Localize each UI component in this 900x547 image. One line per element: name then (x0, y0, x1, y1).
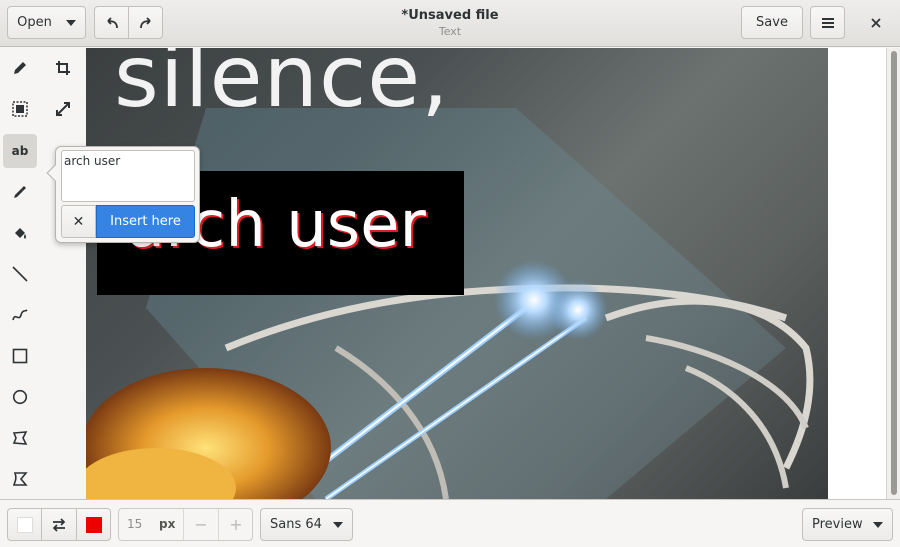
save-label: Save (756, 15, 788, 30)
close-icon (871, 17, 881, 28)
tool-text[interactable]: ab (3, 134, 37, 168)
tools-sidebar: ab (0, 48, 86, 499)
insert-here-button[interactable]: Insert here (96, 205, 195, 238)
text-entry-field[interactable] (61, 150, 195, 202)
options-bar: 15 px − + Sans 64 Preview (0, 499, 900, 547)
redo-button[interactable] (128, 6, 163, 39)
tool-paint-bucket[interactable] (3, 216, 37, 250)
curve-icon (12, 309, 28, 321)
line-icon (12, 266, 28, 282)
hamburger-menu-icon (821, 17, 834, 28)
close-icon: ✕ (72, 213, 85, 230)
tool-circle[interactable] (3, 380, 37, 414)
size-spinbutton: 15 px − + (118, 508, 253, 541)
open-label: Open (17, 15, 52, 30)
image-caption-silence: silence, (114, 48, 450, 127)
circle-icon (12, 389, 28, 405)
redo-icon (139, 16, 151, 28)
main-color-swatch (16, 516, 33, 533)
font-label: Sans 64 (270, 517, 322, 532)
crop-icon (56, 61, 70, 75)
header-bar: Open *Unsaved file Text Save (0, 0, 900, 47)
close-window-button[interactable] (862, 6, 890, 39)
chevron-down-icon (333, 522, 343, 528)
insert-here-label: Insert here (110, 214, 181, 229)
pencil-icon (14, 62, 26, 74)
save-button[interactable]: Save (741, 6, 803, 39)
tool-crop[interactable] (46, 51, 80, 85)
open-button[interactable]: Open (7, 6, 86, 39)
color-picker-icon (14, 186, 26, 198)
text-insert-popover: ✕ Insert here (46, 146, 200, 243)
rectangle-icon (12, 348, 28, 364)
preview-label: Preview (812, 517, 863, 532)
window-subtitle: Text (438, 25, 462, 38)
exchange-colors-button[interactable] (41, 508, 77, 541)
preview-button[interactable]: Preview (802, 508, 893, 541)
rect-select-icon (12, 101, 28, 117)
cancel-text-button[interactable]: ✕ (61, 205, 96, 238)
polygon-icon (12, 431, 28, 445)
swap-arrows-icon (52, 517, 66, 532)
secondary-color-button[interactable] (76, 508, 111, 541)
size-unit: px (159, 517, 176, 531)
tool-color-picker[interactable] (3, 175, 37, 209)
undo-icon (106, 16, 118, 28)
tool-line[interactable] (3, 257, 37, 291)
tool-rectangle[interactable] (3, 339, 37, 373)
chevron-down-icon (873, 522, 883, 528)
tool-scale[interactable] (46, 92, 80, 126)
font-options-button[interactable]: Sans 64 (260, 508, 353, 541)
secondary-color-swatch (85, 516, 102, 533)
scrollbar-thumb[interactable] (891, 51, 897, 495)
undo-button[interactable] (94, 6, 129, 39)
paint-bucket-icon (15, 228, 26, 239)
tool-pencil[interactable] (3, 51, 37, 85)
window-title: *Unsaved file (401, 8, 499, 23)
canvas-image[interactable]: silence, arch user (86, 48, 828, 499)
scale-icon (56, 102, 70, 116)
tool-free-shape[interactable] (3, 462, 37, 496)
tool-polygon[interactable] (3, 421, 37, 455)
vertical-scrollbar[interactable] (886, 48, 900, 499)
main-color-button[interactable] (7, 508, 42, 541)
menu-button[interactable] (810, 6, 845, 39)
size-value[interactable]: 15 (127, 517, 142, 531)
size-decrease-button[interactable]: − (183, 509, 218, 540)
size-increase-button[interactable]: + (218, 509, 253, 540)
canvas-area[interactable]: silence, arch user (86, 48, 886, 499)
chevron-down-icon (65, 19, 76, 26)
text-icon: ab (11, 144, 29, 158)
tool-curve[interactable] (3, 298, 37, 332)
free-shape-icon (12, 472, 28, 486)
tool-rect-select[interactable] (3, 92, 37, 126)
